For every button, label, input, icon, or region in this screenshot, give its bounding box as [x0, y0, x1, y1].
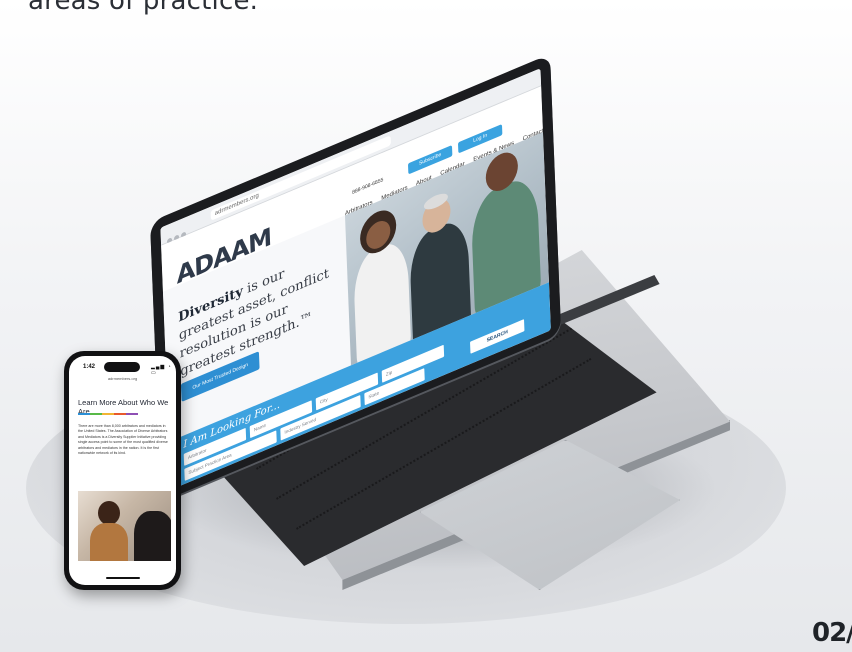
person-figure	[134, 511, 171, 561]
phone-photo	[78, 491, 171, 561]
phone-notch	[104, 362, 140, 372]
phone-time: 1:42	[83, 364, 96, 370]
showcase-stage: areas of practice. adrmembers.org ADAAM …	[0, 0, 852, 652]
home-indicator[interactable]	[106, 577, 140, 579]
heading-fragment: areas of practice.	[28, 0, 259, 16]
phone-url[interactable]: adrmembers.org	[69, 376, 176, 381]
phone-device: 1:42 ▂▄▆ ◔ ▭ adrmembers.org Learn More A…	[64, 351, 181, 590]
color-rule	[78, 413, 138, 415]
phone-body-text: There are more than 8,000 arbitrators an…	[78, 424, 168, 456]
person-figure	[90, 523, 128, 561]
person-head	[98, 501, 120, 525]
site-phone[interactable]: 888-908-6855	[352, 177, 383, 196]
phone-screen: 1:42 ▂▄▆ ◔ ▭ adrmembers.org Learn More A…	[69, 356, 176, 585]
phone-status-icons: ▂▄▆ ◔ ▭	[151, 364, 172, 376]
page-number: 02/(	[812, 618, 852, 648]
